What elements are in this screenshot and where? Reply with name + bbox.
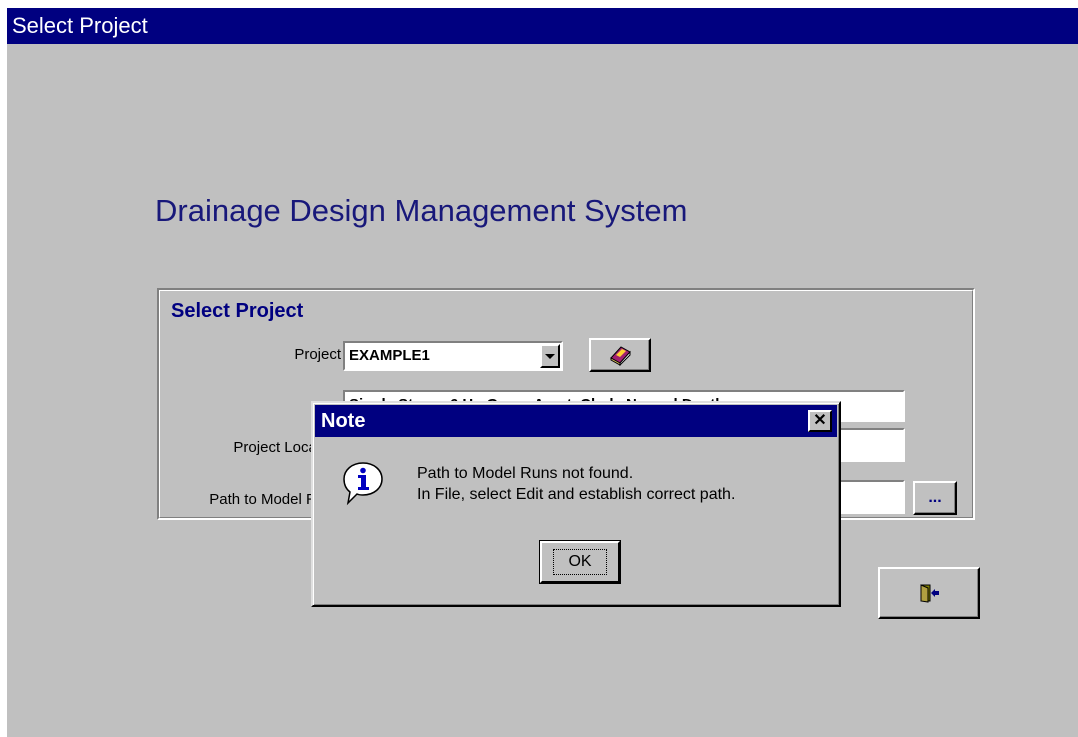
project-label: Project (294, 346, 341, 363)
dialog-message-line-2: In File, select Edit and establish corre… (417, 486, 736, 503)
ok-button-label: OK (553, 549, 607, 575)
close-icon[interactable]: ✕ (808, 410, 832, 432)
dialog-title: Note (321, 410, 366, 432)
dialog-message-line-1: Path to Model Runs not found. (417, 465, 634, 482)
dropdown-arrow-icon[interactable] (540, 344, 560, 368)
project-dropdown-value: EXAMPLE1 (349, 347, 430, 364)
project-dropdown[interactable]: EXAMPLE1 (343, 341, 563, 371)
window-title-bar: Select Project (7, 8, 1078, 44)
dialog-title-bar: Note ✕ (315, 405, 837, 437)
book-icon (610, 346, 631, 366)
select-project-window: Select Project Drainage Design Managemen… (7, 8, 1078, 737)
group-title: Select Project (171, 300, 304, 322)
info-icon (343, 462, 383, 506)
window-title: Select Project (12, 13, 148, 38)
exit-button[interactable] (878, 567, 980, 619)
note-dialog: Note ✕ Path to Model Runs not found. In … (311, 401, 841, 607)
open-project-button[interactable] (589, 338, 651, 372)
browse-path-label: ... (928, 489, 942, 506)
exit-door-icon (920, 584, 939, 603)
app-title: Drainage Design Management System (155, 193, 688, 228)
browse-path-button[interactable]: ... (913, 481, 957, 515)
dialog-message: Path to Model Runs not found. In File, s… (417, 463, 735, 505)
ok-button[interactable]: OK (540, 541, 620, 583)
